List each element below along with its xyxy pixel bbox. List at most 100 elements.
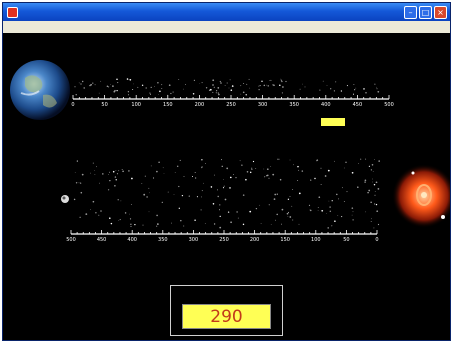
particle (182, 88, 184, 90)
particle (108, 174, 109, 175)
particle (100, 80, 102, 82)
particle (227, 211, 230, 213)
particle (263, 168, 265, 170)
top-scale-tick-label: 500 (384, 102, 394, 108)
particle (319, 89, 321, 91)
particle (370, 221, 372, 222)
particle (277, 158, 279, 160)
particle (170, 92, 172, 95)
bottom-scale-tick-label: 450 (97, 237, 107, 243)
particle (220, 82, 222, 84)
particle (127, 91, 130, 93)
particle (326, 213, 328, 214)
particle (221, 159, 222, 161)
particle (117, 82, 119, 84)
particle (351, 214, 353, 216)
particle (308, 204, 311, 206)
particle (224, 198, 227, 201)
particle (217, 92, 219, 94)
particle (229, 79, 231, 81)
particle (130, 223, 132, 226)
particle (204, 223, 206, 224)
top-distance-scale: 0 50 100 150 200 250 300 350 400 450 500 (71, 95, 394, 108)
maximize-button[interactable]: □ (419, 5, 432, 19)
particle (263, 84, 266, 87)
particle (79, 216, 81, 218)
particle (365, 158, 367, 160)
top-scale-tick-label: 300 (258, 102, 268, 108)
particle (289, 159, 291, 161)
particle (173, 194, 175, 196)
close-button[interactable]: × (434, 5, 447, 19)
particle (80, 191, 83, 194)
particle (293, 164, 294, 166)
particle (230, 221, 232, 224)
particle (149, 192, 150, 194)
particle (109, 180, 111, 182)
particle (130, 225, 132, 227)
particle (127, 94, 130, 96)
particle (287, 198, 290, 200)
particle (355, 87, 357, 89)
particle (260, 223, 262, 225)
top-scale-tick-label: 450 (353, 102, 363, 108)
particle (120, 200, 122, 202)
particle (274, 193, 277, 196)
particle (270, 166, 272, 167)
particle (276, 213, 278, 216)
particle (375, 86, 377, 88)
particle (194, 171, 196, 174)
particle (318, 196, 321, 199)
particle (134, 223, 136, 226)
particle (352, 93, 355, 95)
particle (133, 83, 134, 85)
app-window: – □ × 0 50 100 150 200 250 300 350 400 4… (2, 2, 451, 341)
particle (193, 79, 196, 82)
particle (231, 85, 234, 87)
particle (282, 86, 284, 88)
top-scale-tick-label: 400 (321, 102, 331, 108)
particle (213, 86, 215, 88)
particle (205, 87, 208, 89)
particle (229, 187, 231, 189)
particle (286, 212, 289, 215)
particle (351, 207, 354, 209)
particle (352, 219, 354, 221)
particle (320, 184, 322, 185)
particle (154, 86, 155, 87)
menu-item-1[interactable] (9, 23, 37, 31)
particle (240, 85, 242, 87)
particle (281, 208, 284, 211)
particle (352, 211, 354, 213)
particle (314, 177, 316, 180)
minimize-button[interactable]: – (404, 5, 417, 19)
particle (218, 93, 220, 96)
particle (360, 158, 362, 160)
particle (106, 85, 109, 88)
particle (108, 86, 110, 88)
particle (249, 87, 251, 89)
particle (373, 183, 376, 186)
particle (275, 219, 276, 221)
particle (364, 179, 367, 182)
particle (370, 201, 372, 203)
particle (183, 176, 185, 177)
bottom-distance-scale: 500 450 400 350 300 250 200 150 100 50 0 (66, 230, 379, 243)
particle (365, 211, 367, 213)
particle (116, 89, 118, 92)
particle (178, 79, 180, 80)
particle (141, 84, 144, 87)
particle (213, 223, 216, 225)
particle (270, 224, 272, 226)
particle (74, 86, 76, 88)
particle (259, 85, 261, 87)
particle (281, 92, 283, 94)
distance-field[interactable] (321, 118, 345, 126)
particle (341, 187, 343, 189)
particle (143, 193, 146, 196)
menu-item-2[interactable] (43, 23, 71, 31)
particle (171, 222, 172, 224)
particle (219, 80, 221, 83)
title-bar[interactable]: – □ × (3, 3, 450, 21)
particle (100, 210, 102, 212)
